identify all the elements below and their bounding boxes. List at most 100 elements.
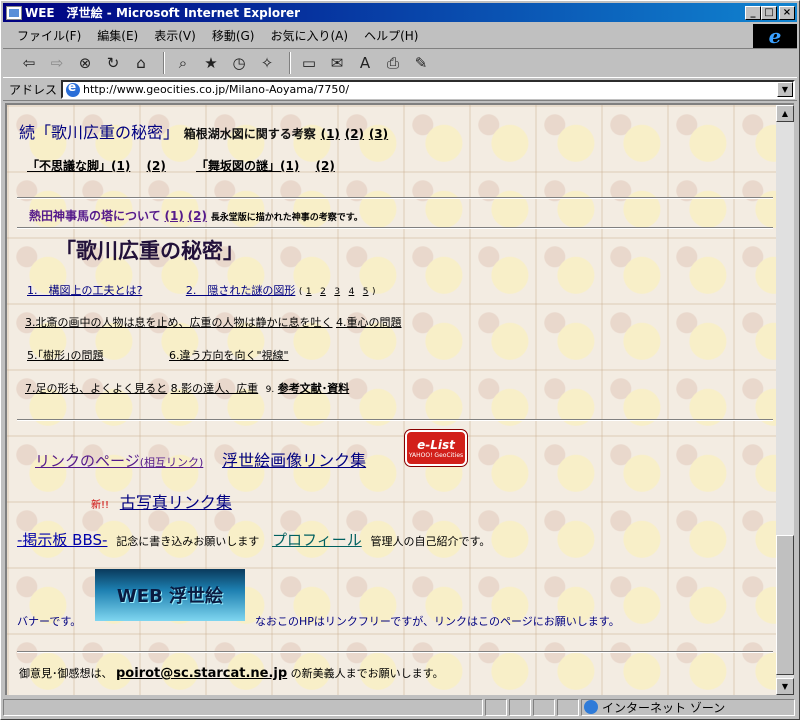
line3: 熱田神事馬の塔について (1) (2) 長永堂版に描かれた神事の考察です。 bbox=[29, 207, 363, 224]
stop-icon[interactable]: ⊗ bbox=[73, 51, 97, 75]
hakone-link-3[interactable]: (3) bbox=[369, 127, 388, 141]
line1: 続「歌川広重の秘密」 箱根湖水図に関する考察 (1) (2) (3) bbox=[19, 119, 388, 143]
toc-row-4: 7.足の形も、よくよく見ると 8.影の達人、広重 9. 参考文献･資料 bbox=[25, 380, 349, 396]
maisaka-link-1[interactable]: 「舞坂図の謎」(1) bbox=[196, 159, 299, 173]
scroll-down-icon[interactable]: ▼ bbox=[776, 678, 794, 695]
divider-3 bbox=[17, 419, 773, 421]
forward-icon[interactable]: ⇨ bbox=[45, 51, 69, 75]
ie-logo-icon: e bbox=[753, 24, 797, 48]
mail-icon[interactable]: ✉ bbox=[325, 51, 349, 75]
mystery-leg-link-1[interactable]: 「不思議な脚」(1) bbox=[27, 159, 130, 173]
toc-item-7[interactable]: 7.足の形も、よくよく見ると bbox=[25, 382, 167, 395]
atsuta-link-2[interactable]: (2) bbox=[188, 209, 207, 223]
footer-pre: 御意見･御感想は、 bbox=[19, 667, 113, 680]
ukiyoe-image-links[interactable]: 浮世絵画像リンク集 bbox=[222, 451, 366, 470]
toc-row-2: 3.北斎の画中の人物は息を止め、広重の人物は静かに息を吐く 4.重心の問題 bbox=[25, 314, 402, 330]
search-icon[interactable]: ⌕ bbox=[171, 51, 195, 75]
link-free-note: なおこのHPはリンクフリーですが、リンクはこのページにお願いします。 bbox=[255, 615, 620, 628]
address-dropdown-icon[interactable]: ▼ bbox=[777, 82, 793, 97]
menu-edit[interactable]: 編集(E) bbox=[89, 27, 146, 44]
toc-item-2-sub-2[interactable]: 2 bbox=[320, 287, 326, 297]
toc-item-2[interactable]: 2. 隠された謎の図形 bbox=[186, 284, 296, 297]
address-bar: アドレス http://www.geocities.co.jp/Milano-A… bbox=[3, 79, 797, 101]
main-heading: 「歌川広重の秘密」 bbox=[55, 239, 244, 263]
hakone-link-2[interactable]: (2) bbox=[345, 127, 364, 141]
atsuta-title: 熱田神事馬の塔について bbox=[29, 209, 161, 223]
minimize-button[interactable]: _ bbox=[745, 5, 761, 20]
address-url: http://www.geocities.co.jp/Milano-Aoyama… bbox=[83, 83, 350, 96]
toc-item-4[interactable]: 4.重心の問題 bbox=[336, 316, 402, 329]
address-label: アドレス bbox=[9, 83, 58, 97]
email-link[interactable]: poirot@sc.starcat.ne.jp bbox=[116, 666, 287, 681]
links-row-1: リンクのページ(相互リンク) 浮世絵画像リンク集 bbox=[35, 447, 366, 471]
divider-2 bbox=[17, 227, 773, 229]
maisaka-link-2[interactable]: (2) bbox=[316, 159, 335, 173]
toc-item-9[interactable]: 参考文献･資料 bbox=[278, 382, 350, 395]
address-input[interactable]: http://www.geocities.co.jp/Milano-Aoyama… bbox=[61, 80, 795, 99]
divider-1 bbox=[17, 197, 773, 199]
sequel-title: 続「歌川広重の秘密」 bbox=[19, 123, 180, 142]
scroll-up-icon[interactable]: ▲ bbox=[776, 105, 794, 122]
profile-link[interactable]: プロフィール bbox=[272, 531, 362, 549]
atsuta-link-1[interactable]: (1) bbox=[164, 209, 183, 223]
menu-favorites[interactable]: お気に入り(A) bbox=[262, 27, 356, 44]
bbs-description: 記念に書き込みお願いします bbox=[116, 535, 260, 548]
toc-item-2-sub-4[interactable]: 4 bbox=[349, 287, 355, 297]
window-title: WEE 浮世絵 - Microsoft Internet Explorer bbox=[25, 6, 301, 20]
hakone-subtitle: 箱根湖水図に関する考察 bbox=[183, 127, 316, 141]
links-row-2: 新!! 古写真リンク集 bbox=[91, 489, 232, 513]
back-icon[interactable]: ⇦ bbox=[17, 51, 41, 75]
mutual-link[interactable]: (相互リンク) bbox=[140, 456, 204, 469]
links-row-3: -掲示板 BBS- 記念に書き込みお願いします プロフィール 管理人の自己紹介で… bbox=[17, 529, 490, 550]
old-photo-links[interactable]: 古写真リンク集 bbox=[120, 493, 232, 512]
edit-icon[interactable]: ✎ bbox=[409, 51, 433, 75]
toc-item-1[interactable]: 1. 構図上の工夫とは? bbox=[27, 284, 142, 297]
menu-bar: ファイル(F) 編集(E) 表示(V) 移動(G) お気に入り(A) ヘルプ(H… bbox=[3, 25, 751, 45]
close-button[interactable]: × bbox=[779, 5, 795, 20]
toc-item-5[interactable]: 5.｢樹形｣の問題 bbox=[27, 349, 104, 362]
channels-icon[interactable]: ✧ bbox=[255, 51, 279, 75]
favorites-icon[interactable]: ★ bbox=[199, 51, 223, 75]
menu-go[interactable]: 移動(G) bbox=[204, 27, 263, 44]
toc-item-3[interactable]: 3.北斎の画中の人物は息を止め、広重の人物は静かに息を吐く bbox=[25, 316, 333, 329]
menu-help[interactable]: ヘルプ(H) bbox=[356, 27, 426, 44]
fullscreen-icon[interactable]: ▭ bbox=[297, 51, 321, 75]
refresh-icon[interactable]: ↻ bbox=[101, 51, 125, 75]
home-icon[interactable]: ⌂ bbox=[129, 51, 153, 75]
zone-label: インターネット ゾーン bbox=[602, 700, 726, 715]
toc-item-2-sub-5[interactable]: 5 bbox=[363, 287, 369, 297]
vertical-scrollbar[interactable]: ▲ ▼ bbox=[776, 103, 794, 695]
toc-item-8[interactable]: 8.影の達人、広重 bbox=[171, 382, 259, 395]
toc-item-2-sub-1[interactable]: 1 bbox=[306, 287, 312, 297]
geocities-label: YAHOO! GeoCities bbox=[408, 451, 464, 459]
mystery-leg-link-2[interactable]: (2) bbox=[147, 159, 166, 173]
status-bar: インターネット ゾーン bbox=[3, 697, 797, 717]
toc-item-9-num: 9. bbox=[265, 385, 275, 395]
new-badge: 新!! bbox=[91, 500, 110, 511]
menu-view[interactable]: 表示(V) bbox=[146, 27, 204, 44]
toc-row-3: 5.｢樹形｣の問題 6.違う方向を向く"視線" bbox=[27, 347, 289, 363]
bbs-link[interactable]: -掲示板 BBS- bbox=[17, 531, 107, 549]
history-icon[interactable]: ◷ bbox=[227, 51, 251, 75]
toc-row-1: 1. 構図上の工夫とは? 2. 隠された謎の図形 ( 1 2 3 4 5 ) bbox=[27, 282, 376, 298]
link-page-link[interactable]: リンクのページ bbox=[35, 452, 140, 470]
toc-item-2-sub-3[interactable]: 3 bbox=[334, 287, 340, 297]
banner-label-left: バナーです。 bbox=[17, 615, 82, 628]
web-ukiyoe-banner[interactable]: WEB 浮世絵 bbox=[95, 569, 245, 621]
footer: 御意見･御感想は、 poirot@sc.starcat.ne.jp の新美義人ま… bbox=[19, 665, 444, 681]
font-icon[interactable]: A bbox=[353, 51, 377, 75]
toc-item-2-open: ( bbox=[298, 287, 303, 297]
menu-file[interactable]: ファイル(F) bbox=[9, 27, 89, 44]
scroll-thumb[interactable] bbox=[776, 535, 794, 675]
e-list-badge[interactable]: e-List YAHOO! GeoCities bbox=[405, 430, 467, 466]
hakone-link-1[interactable]: (1) bbox=[321, 127, 340, 141]
title-bar: WEE 浮世絵 - Microsoft Internet Explorer _ … bbox=[3, 3, 797, 22]
maximize-button[interactable]: □ bbox=[761, 5, 777, 20]
app-icon bbox=[6, 5, 22, 20]
toc-item-6[interactable]: 6.違う方向を向く"視線" bbox=[169, 349, 289, 362]
page-icon bbox=[66, 80, 81, 97]
toc-item-2-close: ) bbox=[372, 287, 376, 297]
globe-icon bbox=[584, 700, 598, 714]
page-content: 続「歌川広重の秘密」 箱根湖水図に関する考察 (1) (2) (3) 「不思議な… bbox=[5, 103, 776, 695]
print-icon[interactable]: ⎙ bbox=[381, 51, 405, 75]
